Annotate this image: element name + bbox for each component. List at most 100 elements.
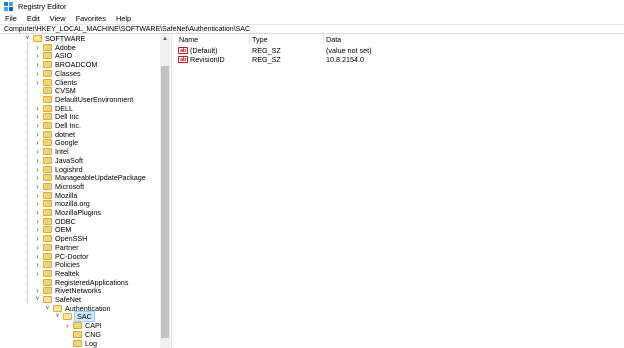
column-data[interactable]: Data xyxy=(326,35,341,44)
tree-item[interactable]: › Classes xyxy=(0,69,160,78)
column-type[interactable]: Type xyxy=(252,35,268,44)
value-row[interactable]: ab (Default) REG_SZ (value not set) xyxy=(175,46,624,55)
chevron-right-icon[interactable]: › xyxy=(34,225,41,234)
chevron-right-icon[interactable]: › xyxy=(34,208,41,217)
tree-item[interactable]: › ODBC xyxy=(0,217,160,226)
menu-file[interactable]: File xyxy=(0,13,22,24)
chevron-right-icon[interactable]: › xyxy=(34,147,41,156)
folder-icon xyxy=(43,69,52,77)
chevron-right-icon[interactable]: › xyxy=(34,173,41,182)
chevron-right-icon[interactable]: › xyxy=(64,321,71,330)
chevron-right-icon[interactable]: › xyxy=(34,191,41,200)
folder-icon xyxy=(43,104,52,112)
menu-help[interactable]: Help xyxy=(111,13,136,24)
chevron-right-icon[interactable]: › xyxy=(34,121,41,130)
chevron-right-icon[interactable]: › xyxy=(34,269,41,278)
scroll-up-icon[interactable]: ▲ xyxy=(161,35,169,43)
tree-item[interactable]: ∨ SAC xyxy=(0,311,160,323)
column-name[interactable]: Name xyxy=(179,35,198,44)
scroll-thumb[interactable] xyxy=(161,66,169,338)
tree-item-label: Logishrd xyxy=(55,164,83,174)
tree-item[interactable]: › Mozilla xyxy=(0,191,160,200)
tree-item[interactable]: › Policies xyxy=(0,260,160,269)
chevron-right-icon[interactable]: › xyxy=(34,165,41,174)
chevron-down-icon[interactable]: ∨ xyxy=(34,295,41,304)
tree-item[interactable]: RegisteredApplications xyxy=(0,278,160,287)
chevron-right-icon[interactable]: › xyxy=(34,43,41,52)
chevron-right-icon[interactable]: › xyxy=(34,78,41,87)
tree-item-label: ASIO xyxy=(55,51,73,61)
tree-item-label: Google xyxy=(55,138,79,148)
tree-item-label: CVSM xyxy=(55,86,76,96)
tree-item[interactable]: › JavaSoft xyxy=(0,156,160,165)
tree-item-label: CNG xyxy=(85,329,101,339)
chevron-right-icon[interactable]: › xyxy=(34,69,41,78)
tree-scrollbar[interactable]: ▲ xyxy=(160,34,170,348)
folder-icon xyxy=(43,200,52,208)
tree-item[interactable]: › mozilla.org xyxy=(0,199,160,208)
column-divider[interactable] xyxy=(249,34,250,44)
folder-icon xyxy=(43,296,52,303)
tree-item[interactable]: ∨ SafeNet xyxy=(0,295,160,304)
tree-item[interactable]: › OpenSSH xyxy=(0,234,160,243)
chevron-right-icon[interactable]: › xyxy=(34,182,41,191)
tree-item[interactable]: › Logishrd xyxy=(0,165,160,174)
tree-item[interactable]: › Intel xyxy=(0,147,160,156)
address-bar[interactable]: Computer\HKEY_LOCAL_MACHINE\SOFTWARE\Saf… xyxy=(0,24,624,34)
tree-item[interactable]: › MozillaPlugins xyxy=(0,208,160,217)
chevron-right-icon[interactable]: › xyxy=(34,286,41,295)
chevron-right-icon[interactable]: › xyxy=(34,243,41,252)
chevron-right-icon[interactable]: › xyxy=(34,156,41,165)
chevron-down-icon[interactable]: ∨ xyxy=(44,304,51,313)
tree-item[interactable]: CVSM xyxy=(0,86,160,95)
tree-item[interactable]: › CAPI xyxy=(0,321,160,330)
chevron-down-icon[interactable]: ∨ xyxy=(54,312,61,321)
chevron-right-icon[interactable]: › xyxy=(34,234,41,243)
tree-item[interactable]: › Google xyxy=(0,138,160,147)
folder-icon xyxy=(73,330,82,338)
chevron-right-icon[interactable]: › xyxy=(34,260,41,269)
chevron-right-icon[interactable]: › xyxy=(34,60,41,69)
tree-item[interactable]: › Realtek xyxy=(0,269,160,278)
address-path[interactable]: Computer\HKEY_LOCAL_MACHINE\SOFTWARE\Saf… xyxy=(4,25,250,34)
tree-item[interactable]: ∨ SOFTWARE xyxy=(0,34,160,43)
tree-item-label: mozilla.org xyxy=(55,199,90,209)
tree-item[interactable]: › PC-Doctor xyxy=(0,252,160,261)
tree-item[interactable]: › DELL xyxy=(0,104,160,113)
menu-edit[interactable]: Edit xyxy=(22,13,45,24)
tree-item[interactable]: › Dell Inc xyxy=(0,112,160,121)
tree-item[interactable]: › Partner xyxy=(0,243,160,252)
tree-item[interactable]: › BROADCOM xyxy=(0,60,160,69)
chevron-right-icon[interactable]: › xyxy=(34,199,41,208)
chevron-right-icon[interactable]: › xyxy=(34,112,41,121)
value-row[interactable]: ab RevisionID REG_SZ 10.8.2154.0 xyxy=(175,55,624,64)
chevron-right-icon[interactable]: › xyxy=(34,252,41,261)
chevron-right-icon[interactable]: › xyxy=(34,138,41,147)
menu-view[interactable]: View xyxy=(45,13,71,24)
folder-icon xyxy=(43,182,52,190)
tree-item[interactable]: › Adobe xyxy=(0,43,160,52)
tree-item[interactable]: › dotnet xyxy=(0,130,160,139)
tree-item[interactable]: › RivetNetworks xyxy=(0,286,160,295)
tree-item[interactable]: › ASIO xyxy=(0,51,160,60)
tree-item[interactable]: › ManageableUpdatePackage xyxy=(0,173,160,182)
tree-item[interactable]: CNG xyxy=(0,330,160,339)
chevron-right-icon[interactable]: › xyxy=(34,130,41,139)
chevron-right-icon[interactable]: › xyxy=(34,51,41,60)
tree-item[interactable]: Log xyxy=(0,339,160,348)
column-divider[interactable] xyxy=(323,34,324,44)
tree-item[interactable]: ∨ Authentication xyxy=(0,304,160,313)
chevron-down-icon[interactable]: ∨ xyxy=(24,34,31,43)
folder-icon xyxy=(73,339,82,347)
tree-item[interactable]: › Clients xyxy=(0,78,160,87)
menu-favorites[interactable]: Favorites xyxy=(71,13,111,24)
tree-item-label: Intel xyxy=(55,147,69,157)
tree-item[interactable]: › OEM xyxy=(0,225,160,234)
tree-item[interactable]: › Dell Inc. xyxy=(0,121,160,130)
folder-icon xyxy=(43,261,52,269)
chevron-right-icon[interactable]: › xyxy=(34,104,41,113)
tree-item-label: Partner xyxy=(55,242,79,252)
tree-item[interactable]: › Microsoft xyxy=(0,182,160,191)
tree-item[interactable]: DefaultUserEnvironment xyxy=(0,95,160,104)
chevron-right-icon[interactable]: › xyxy=(34,217,41,226)
